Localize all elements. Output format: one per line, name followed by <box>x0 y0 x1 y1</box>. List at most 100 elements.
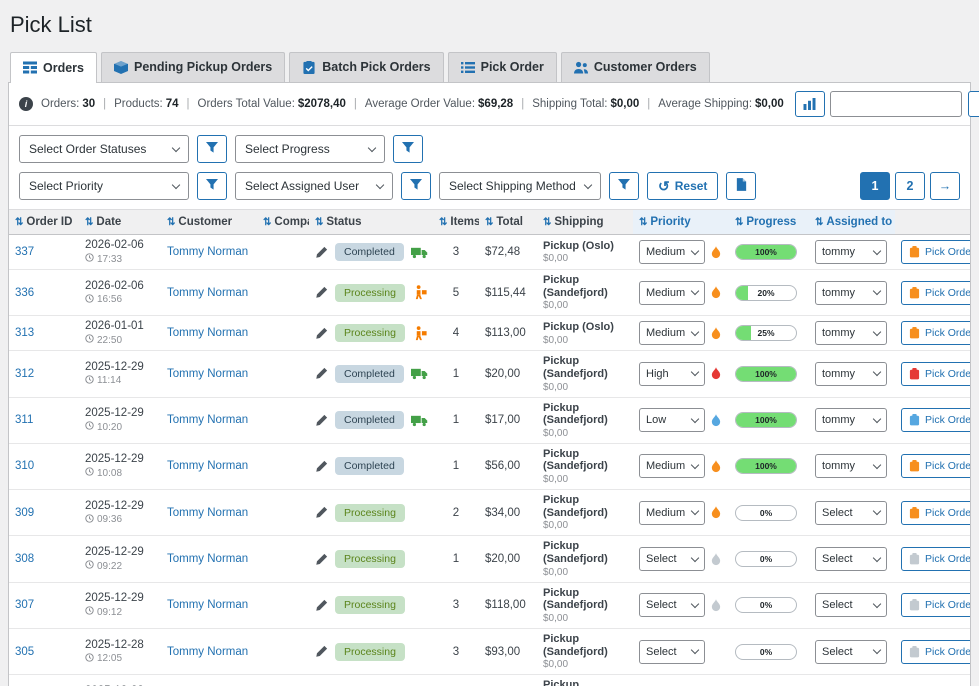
tab-orders[interactable]: Orders <box>10 52 97 83</box>
customer-link[interactable]: Tommy Norman <box>167 507 248 519</box>
filter-order-statuses-button[interactable] <box>197 135 227 163</box>
customer-link[interactable]: Tommy Norman <box>167 368 248 380</box>
header-actions <box>895 210 970 235</box>
header-date[interactable]: ⇅Date <box>79 210 161 235</box>
customer-link[interactable]: Tommy Norman <box>167 599 248 611</box>
order-id-link[interactable]: 309 <box>15 507 34 519</box>
priority-select[interactable]: Select <box>639 593 705 617</box>
progress-bar: 0% <box>735 505 797 521</box>
pagination-page-1[interactable]: 1 <box>860 172 890 200</box>
priority-select[interactable]: Medium <box>639 321 705 345</box>
assigned-select[interactable]: tommy <box>815 408 887 432</box>
order-id-link[interactable]: 313 <box>15 327 34 339</box>
order-id-link[interactable]: 308 <box>15 553 34 565</box>
header-assigned-to[interactable]: ⇅Assigned to <box>809 210 895 235</box>
edit-order-icon[interactable] <box>315 327 328 340</box>
edit-order-icon[interactable] <box>315 414 328 427</box>
pick-order-button[interactable]: Pick Order <box>901 240 970 264</box>
assigned-select[interactable]: Select <box>815 640 887 664</box>
header-status[interactable]: ⇅Status <box>309 210 433 235</box>
header-order-id[interactable]: ⇅Order ID <box>9 210 79 235</box>
search-button[interactable]: Search <box>968 91 979 117</box>
edit-order-icon[interactable] <box>315 645 328 658</box>
pick-order-button[interactable]: Pick Order <box>901 640 970 664</box>
pick-order-button[interactable]: Pick Order <box>901 321 970 345</box>
filter-shipping-method-button[interactable] <box>609 172 639 200</box>
edit-order-icon[interactable] <box>315 367 328 380</box>
order-statuses-select[interactable]: Select Order Statuses <box>19 135 189 163</box>
pick-order-button[interactable]: Pick Order <box>901 281 970 305</box>
header-shipping[interactable]: ⇅Shipping <box>537 210 633 235</box>
edit-order-icon[interactable] <box>315 599 328 612</box>
orders-table-icon <box>23 61 37 74</box>
customer-link[interactable]: Tommy Norman <box>167 646 248 658</box>
assigned-select[interactable]: Select <box>815 501 887 525</box>
customer-link[interactable]: Tommy Norman <box>167 414 248 426</box>
priority-select[interactable]: Medium <box>639 281 705 305</box>
header-items[interactable]: ⇅Items <box>433 210 479 235</box>
header-total[interactable]: ⇅Total <box>479 210 537 235</box>
edit-order-icon[interactable] <box>315 246 328 259</box>
pagination-page-2[interactable]: 2 <box>895 172 925 200</box>
pick-order-button[interactable]: Pick Order <box>901 408 970 432</box>
order-id-link[interactable]: 310 <box>15 460 34 472</box>
assigned-select[interactable]: tommy <box>815 321 887 345</box>
assigned-select[interactable]: tommy <box>815 362 887 386</box>
filter-assigned-user-button[interactable] <box>401 172 431 200</box>
header-company[interactable]: ⇅Company <box>257 210 309 235</box>
order-id-link[interactable]: 307 <box>15 599 34 611</box>
assigned-select[interactable]: Select <box>815 547 887 571</box>
priority-select[interactable]: Medium <box>639 454 705 478</box>
progress-select[interactable]: Select Progress <box>235 135 385 163</box>
priority-filter-select[interactable]: Select Priority <box>19 172 189 200</box>
assigned-select[interactable]: tommy <box>815 281 887 305</box>
pick-order-button[interactable]: Pick Order <box>901 454 970 478</box>
priority-select[interactable]: High <box>639 362 705 386</box>
tab-pick-order[interactable]: Pick Order <box>448 52 557 82</box>
customer-link[interactable]: Tommy Norman <box>167 460 248 472</box>
tab-pending-pickup-orders[interactable]: Pending Pickup Orders <box>101 52 285 82</box>
status-badge: Completed <box>335 457 404 475</box>
export-file-button[interactable] <box>726 172 756 200</box>
customer-link[interactable]: Tommy Norman <box>167 287 248 299</box>
header-priority[interactable]: ⇅Priority <box>633 210 729 235</box>
pagination-next-button[interactable]: → <box>930 172 960 200</box>
tab-customer-orders[interactable]: Customer Orders <box>561 52 710 82</box>
order-id-link[interactable]: 312 <box>15 368 34 380</box>
reset-filters-button[interactable]: ↺Reset <box>647 172 718 200</box>
order-id-link[interactable]: 336 <box>15 287 34 299</box>
header-customer[interactable]: ⇅Customer <box>161 210 257 235</box>
assigned-select[interactable]: tommy <box>815 240 887 264</box>
filter-priority-button[interactable] <box>197 172 227 200</box>
priority-select[interactable]: Select <box>639 547 705 571</box>
filter-progress-button[interactable] <box>393 135 423 163</box>
customer-link[interactable]: Tommy Norman <box>167 246 248 258</box>
shipping-method-select[interactable]: Select Shipping Method <box>439 172 601 200</box>
tab-batch-pick-orders[interactable]: Batch Pick Orders <box>289 52 443 82</box>
pick-order-button[interactable]: Pick Order <box>901 501 970 525</box>
edit-order-icon[interactable] <box>315 460 328 473</box>
order-id-link[interactable]: 305 <box>15 646 34 658</box>
priority-select[interactable]: Medium <box>639 240 705 264</box>
priority-select[interactable]: Low <box>639 408 705 432</box>
pick-order-button[interactable]: Pick Order <box>901 593 970 617</box>
order-id-link[interactable]: 337 <box>15 246 34 258</box>
stats-chart-button[interactable] <box>795 91 825 117</box>
assigned-select[interactable]: tommy <box>815 454 887 478</box>
edit-order-icon[interactable] <box>315 553 328 566</box>
pick-order-button[interactable]: Pick Order <box>901 362 970 386</box>
priority-select[interactable]: Select <box>639 640 705 664</box>
priority-select[interactable]: Medium <box>639 501 705 525</box>
pick-order-button[interactable]: Pick Order <box>901 547 970 571</box>
edit-order-icon[interactable] <box>315 286 328 299</box>
header-progress[interactable]: ⇅Progress <box>729 210 809 235</box>
table-row: 312 2025-12-29 11:14 Tommy Norman Comple… <box>9 351 970 397</box>
customer-link[interactable]: Tommy Norman <box>167 553 248 565</box>
assigned-select[interactable]: Select <box>815 593 887 617</box>
search-input[interactable] <box>830 91 962 117</box>
orders-panel: i Orders:30 | Products:74 | Orders Total… <box>8 82 971 686</box>
assigned-user-select[interactable]: Select Assigned User <box>235 172 393 200</box>
customer-link[interactable]: Tommy Norman <box>167 327 248 339</box>
edit-order-icon[interactable] <box>315 506 328 519</box>
order-id-link[interactable]: 311 <box>15 414 33 426</box>
